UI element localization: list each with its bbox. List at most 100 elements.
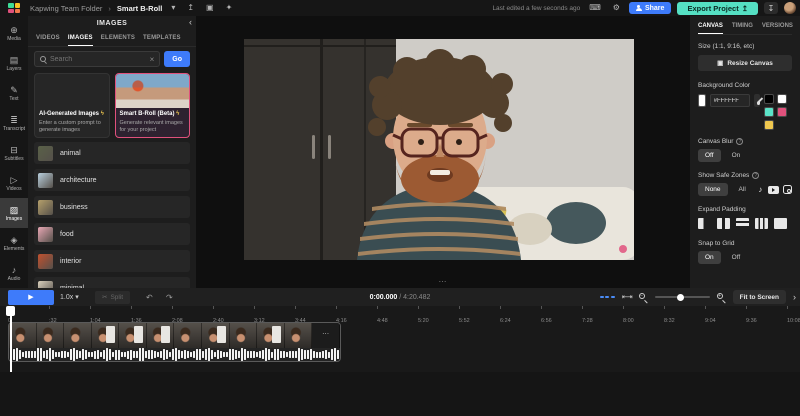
color-swatch-e0517c[interactable] <box>777 107 787 117</box>
sidebar-item-label: Videos <box>6 186 21 192</box>
tick-mark <box>131 306 132 309</box>
timeline-view-icon[interactable] <box>600 296 615 299</box>
waveform-bar <box>322 351 324 358</box>
tick-mark <box>500 306 501 309</box>
magic-icon[interactable]: ✦ <box>223 0 236 16</box>
search-input[interactable] <box>50 56 146 63</box>
category-item-business[interactable]: business <box>34 196 190 218</box>
waveform-bar <box>94 351 96 359</box>
sidebar-item-images[interactable]: ▨Images <box>0 198 28 228</box>
waveform-bar <box>115 350 117 360</box>
playback-speed-button[interactable]: 1.0x ▾ <box>60 293 79 301</box>
keyboard-shortcuts-icon[interactable]: ⌨ <box>586 0 604 16</box>
category-item-minimal[interactable]: minimal <box>34 277 190 288</box>
color-swatch-f0c84f[interactable] <box>764 120 774 130</box>
video-clip[interactable]: ⋯ <box>8 322 341 362</box>
settings-gear-icon[interactable]: ⚙ <box>610 0 623 16</box>
safe-none-button[interactable]: None <box>698 183 728 196</box>
tab-versions[interactable]: VERSIONS <box>762 20 793 34</box>
blur-off-button[interactable]: Off <box>698 149 721 162</box>
instagram-icon[interactable] <box>783 184 792 196</box>
category-item-food[interactable]: food <box>34 223 190 245</box>
user-avatar[interactable] <box>784 2 796 14</box>
panel-collapse-icon[interactable]: ‹ <box>189 17 192 27</box>
timeline-zoom-slider[interactable] <box>655 296 710 298</box>
zoom-in-icon[interactable]: + <box>717 293 726 302</box>
youtube-icon[interactable] <box>768 184 779 196</box>
zoom-slider-knob[interactable] <box>677 294 684 301</box>
eyedropper-icon[interactable] <box>754 94 761 107</box>
panel-resize-handle[interactable]: ⋯ <box>439 277 448 286</box>
share-button[interactable]: Share <box>629 2 671 14</box>
tab-images[interactable]: IMAGES <box>68 32 93 46</box>
help-icon[interactable]: ? <box>736 138 743 145</box>
waveform-bar <box>280 351 282 359</box>
fit-to-screen-button[interactable]: Fit to Screen <box>733 290 786 304</box>
video-canvas[interactable] <box>244 39 634 260</box>
padding-sides-icon[interactable] <box>755 218 768 229</box>
export-project-button[interactable]: Export Project ↥ <box>677 2 758 15</box>
kapwing-logo-icon[interactable] <box>8 3 20 13</box>
media-viewer-icon[interactable]: ▣ <box>203 0 217 16</box>
sidebar-item-transcript[interactable]: ≣Transcript <box>0 108 28 138</box>
sidebar-item-videos[interactable]: ▷Videos <box>0 168 28 198</box>
feature-card-smart-broll[interactable]: Smart B-Roll (Beta) ϟGenerate relevant i… <box>115 73 191 138</box>
breadcrumb-folder[interactable]: Kapwing Team Folder <box>30 4 102 13</box>
padding-columns-icon[interactable] <box>717 218 730 229</box>
undo-icon[interactable]: ↶ <box>146 293 153 302</box>
zoom-out-icon[interactable]: − <box>639 293 648 302</box>
tab-elements[interactable]: ELEMENTS <box>101 32 135 46</box>
sidebar-item-media[interactable]: ⊕Media <box>0 18 28 48</box>
sidebar-item-layers[interactable]: ▤Layers <box>0 48 28 78</box>
waveform-bar <box>97 350 99 359</box>
hex-color-input[interactable] <box>710 94 750 107</box>
color-swatch-5be3c8[interactable] <box>764 107 774 117</box>
download-button[interactable]: ↧ <box>764 2 778 14</box>
chevron-down-icon[interactable]: ▾ <box>168 0 178 16</box>
sidebar-item-subtitles[interactable]: ⊟Subtitles <box>0 138 28 168</box>
snap-on-button[interactable]: On <box>698 251 721 264</box>
sidebar-item-text[interactable]: ✎Text <box>0 78 28 108</box>
sidebar-item-elements[interactable]: ◈Elements <box>0 228 28 258</box>
play-button[interactable]: ▶ <box>8 290 54 305</box>
tab-videos[interactable]: VIDEOS <box>36 32 60 46</box>
tick-mark <box>213 306 214 309</box>
fit-clips-icon[interactable]: ⇤⇥ <box>622 293 632 301</box>
category-item-interior[interactable]: interior <box>34 250 190 272</box>
tab-timing[interactable]: TIMING <box>732 20 753 34</box>
share-button-label: Share <box>645 5 664 12</box>
category-item-architecture[interactable]: architecture <box>34 169 190 191</box>
playhead[interactable] <box>6 306 15 316</box>
project-title[interactable]: Smart B-Roll <box>117 4 162 13</box>
padding-left-icon[interactable] <box>698 218 711 229</box>
color-swatch-ffffff[interactable] <box>777 94 787 104</box>
tab-canvas[interactable]: CANVAS <box>698 20 723 34</box>
resize-canvas-button[interactable]: ▣ Resize Canvas <box>698 55 792 71</box>
safe-all-button[interactable]: All <box>732 183 753 196</box>
current-color-swatch[interactable] <box>698 94 706 107</box>
tiktok-icon[interactable]: ♪ <box>757 184 764 196</box>
search-box[interactable]: × <box>34 51 160 67</box>
timeline-ruler[interactable]: 0:321:041:362:082:403:123:444:164:485:20… <box>0 306 800 320</box>
clear-search-icon[interactable]: × <box>150 55 155 64</box>
tab-templates[interactable]: TEMPLATES <box>143 32 181 46</box>
blur-on-button[interactable]: On <box>725 149 748 162</box>
snap-off-button[interactable]: Off <box>725 251 748 264</box>
sidebar-item-audio[interactable]: ♪Audio <box>0 258 28 288</box>
feature-card-ai-generated[interactable]: AI-Generated Images ϟEnter a custom prom… <box>34 73 110 138</box>
export-upload-icon: ↥ <box>742 4 748 13</box>
tick-mark <box>377 306 378 309</box>
redo-icon[interactable]: ↷ <box>166 293 173 302</box>
chevron-down-icon: ▾ <box>75 294 79 301</box>
padding-rows-icon[interactable] <box>736 218 749 229</box>
split-button[interactable]: ✂ Split <box>95 291 130 304</box>
padding-full-icon[interactable] <box>774 218 787 229</box>
help-icon[interactable]: ? <box>752 172 759 179</box>
category-item-animal[interactable]: animal <box>34 142 190 164</box>
search-go-button[interactable]: Go <box>164 51 190 67</box>
color-swatch-000000[interactable] <box>764 94 774 104</box>
timeline[interactable]: 0:321:041:362:082:403:123:444:164:485:20… <box>0 306 800 416</box>
feature-card-title: Smart B-Roll (Beta) ϟ <box>120 111 186 118</box>
collapse-timeline-icon[interactable]: › <box>793 292 796 302</box>
upload-icon[interactable]: ↥ <box>184 0 197 16</box>
